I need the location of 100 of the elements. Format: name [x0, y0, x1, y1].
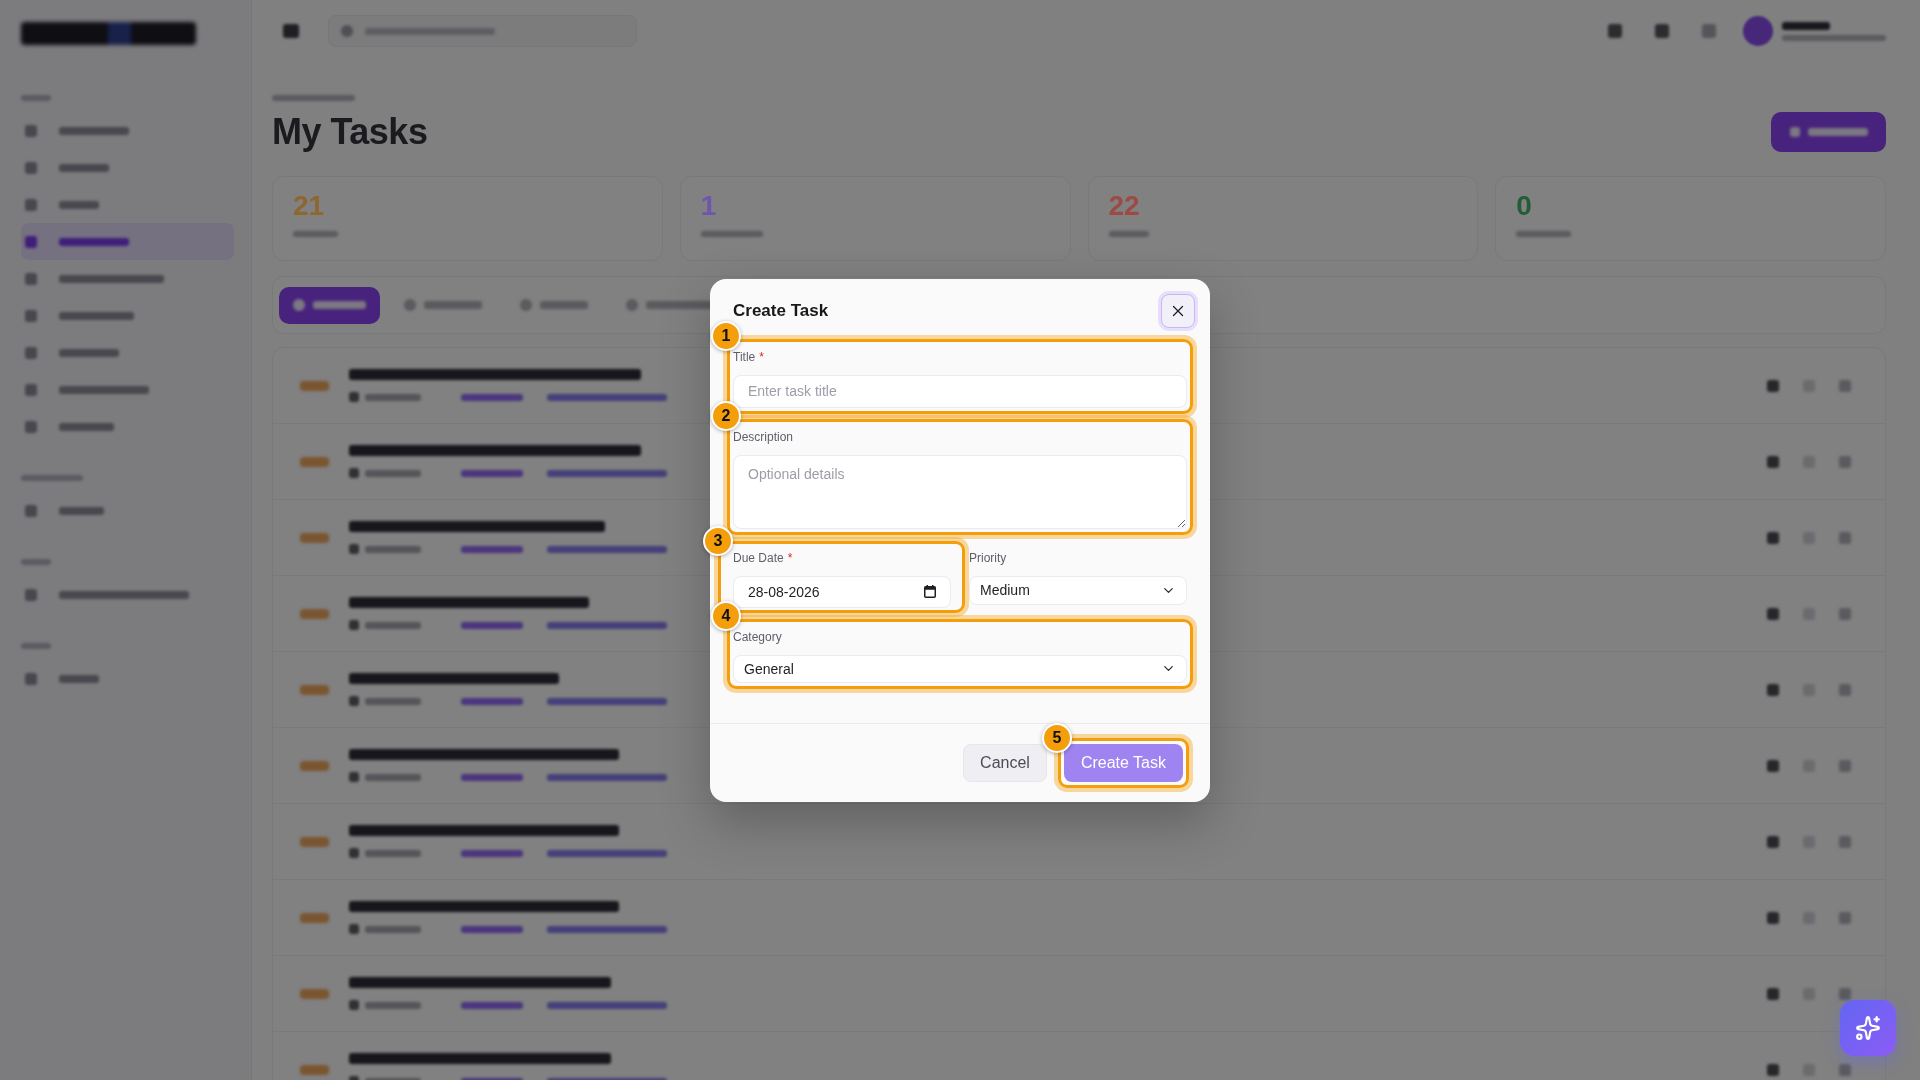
blurred-icon[interactable] [1767, 683, 1779, 696]
page-title: My Tasks [272, 111, 428, 153]
blurred-icon[interactable] [283, 24, 299, 38]
blurred-text[interactable] [349, 901, 619, 912]
blurred-badge [300, 988, 329, 999]
blurred-icon[interactable] [1702, 24, 1716, 38]
blurred-badge [300, 836, 329, 847]
blurred-text[interactable] [547, 621, 667, 629]
blurred-text[interactable] [349, 521, 605, 532]
blurred-icon [349, 620, 359, 630]
blurred-badge [300, 380, 329, 391]
blurred-text [1516, 231, 1572, 237]
callout-badge: 2 [711, 400, 741, 431]
blurred-text[interactable] [547, 925, 667, 933]
blurred-text [365, 925, 421, 933]
blurred-text [461, 393, 523, 401]
blurred-text[interactable] [547, 545, 667, 553]
blurred-icon[interactable] [1839, 759, 1851, 772]
dropdown-select[interactable]: Medium [969, 575, 1187, 605]
blurred-icon[interactable] [1839, 607, 1851, 620]
blurred-icon[interactable] [1839, 835, 1851, 848]
blurred-text[interactable] [547, 469, 667, 477]
callout-badge: 4 [711, 600, 741, 631]
blurred-text [461, 697, 523, 705]
action-button[interactable] [1771, 112, 1886, 152]
blurred-icon[interactable] [1608, 24, 1622, 38]
callout-badge: 1 [711, 320, 741, 351]
blurred-icon[interactable] [1839, 911, 1851, 924]
blurred-text[interactable] [349, 445, 641, 456]
blurred-badge [300, 912, 329, 923]
search-field[interactable] [328, 15, 637, 47]
blurred-text [461, 545, 523, 553]
field-label: Title * [733, 348, 764, 365]
blurred-text [365, 545, 421, 553]
blurred-icon[interactable] [1767, 987, 1779, 1000]
blurred-text[interactable] [349, 749, 619, 760]
text-area[interactable]: Optional details [733, 454, 1187, 529]
cancel-button[interactable]: Cancel [963, 743, 1047, 782]
field-label: Due Date * [733, 549, 793, 566]
blurred-text [1782, 21, 1830, 30]
blurred-badge [300, 684, 329, 695]
blurred-text [461, 849, 523, 857]
blurred-icon[interactable] [1767, 759, 1779, 772]
dropdown-select[interactable]: General [733, 654, 1187, 683]
blurred-icon[interactable] [1767, 455, 1779, 468]
blurred-text [21, 559, 51, 565]
blurred-icon [349, 696, 359, 706]
date-input[interactable]: 28-08-2026 [733, 575, 951, 608]
close-button[interactable] [1161, 293, 1195, 328]
blurred-icon [349, 1000, 359, 1010]
blurred-text [365, 469, 421, 477]
blurred-icon[interactable] [1839, 379, 1851, 392]
filter-tab[interactable] [279, 286, 380, 324]
blurred-text[interactable] [547, 849, 667, 857]
blurred-text [21, 643, 51, 649]
blurred-icon [349, 392, 359, 402]
blurred-text[interactable] [349, 369, 641, 380]
blurred-icon[interactable] [1767, 379, 1779, 392]
blurred-text [293, 231, 338, 237]
blurred-badge [300, 1064, 329, 1075]
blurred-icon[interactable] [1767, 835, 1779, 848]
stat-value: 21 [293, 190, 325, 222]
modal-title: Create Task [733, 300, 829, 321]
blurred-icon [349, 848, 359, 858]
blurred-icon [349, 772, 359, 782]
stat-value: 22 [1108, 190, 1140, 222]
blurred-icon[interactable] [1767, 607, 1779, 620]
blurred-text [461, 621, 523, 629]
blurred-text[interactable] [547, 1001, 667, 1009]
blurred-text[interactable] [547, 393, 667, 401]
blurred-text [461, 773, 523, 781]
blurred-text [461, 925, 523, 933]
blurred-badge [300, 760, 329, 771]
sparkles-button[interactable] [1840, 1000, 1896, 1056]
sidebar-item[interactable] [21, 223, 234, 260]
blurred-text[interactable] [349, 597, 589, 608]
blurred-text[interactable] [349, 673, 559, 684]
avatar[interactable] [1743, 16, 1773, 46]
blurred-icon[interactable] [1655, 24, 1669, 38]
sparkles-icon [1855, 1015, 1881, 1041]
blurred-icon[interactable] [1839, 455, 1851, 468]
blurred-text[interactable] [349, 977, 611, 988]
field-label: Priority [969, 549, 1007, 566]
blurred-icon[interactable] [1767, 1063, 1779, 1076]
blurred-text[interactable] [349, 1053, 611, 1064]
blurred-icon[interactable] [1839, 987, 1851, 1000]
blurred-icon[interactable] [1839, 683, 1851, 696]
field-label: Description [733, 428, 794, 445]
blurred-icon[interactable] [1839, 1063, 1851, 1076]
blurred-text[interactable] [349, 825, 619, 836]
calendar-icon[interactable] [924, 585, 936, 598]
blurred-icon [349, 924, 359, 934]
blurred-badge [300, 456, 329, 467]
blurred-icon[interactable] [1767, 911, 1779, 924]
blurred-text[interactable] [547, 697, 667, 705]
blurred-text[interactable] [547, 773, 667, 781]
blurred-icon[interactable] [1767, 531, 1779, 544]
blurred-text [365, 773, 421, 781]
text-input[interactable]: Enter task title [733, 374, 1187, 408]
blurred-icon[interactable] [1839, 531, 1851, 544]
